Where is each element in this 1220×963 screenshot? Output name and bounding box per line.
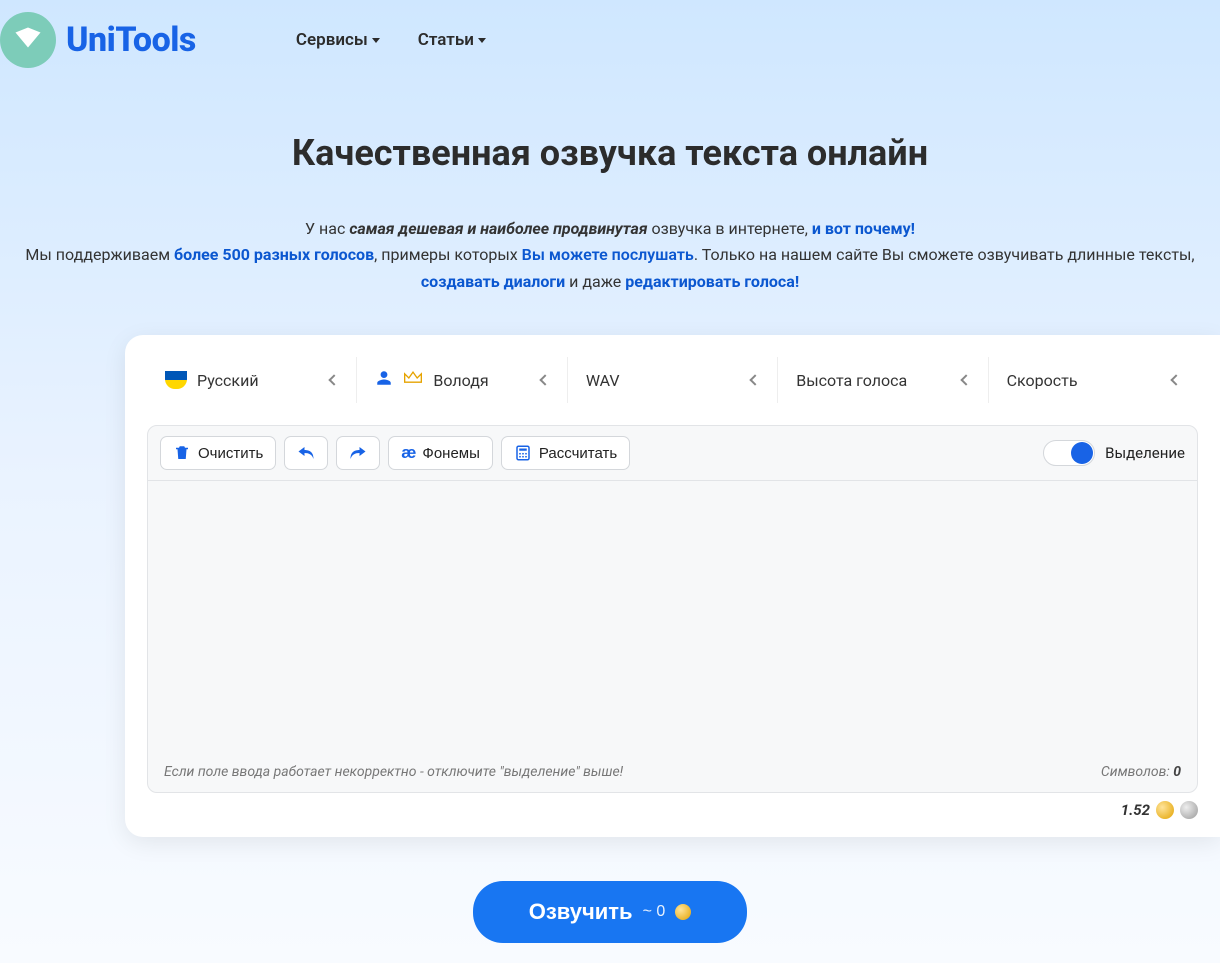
selector-row: Русский Володя WAV Выс (125, 335, 1220, 403)
calculator-icon (514, 444, 532, 462)
format-select[interactable]: WAV (568, 357, 778, 403)
page-title: Качественная озвучка текста онлайн (20, 132, 1200, 174)
phonemes-button[interactable]: æ Фонемы (388, 436, 493, 470)
cta-wrap: Озвучить ~ 0 (0, 881, 1220, 963)
intro-text: У нас самая дешевая и наиболее продвинут… (0, 184, 1220, 295)
calculate-button[interactable]: Рассчитать (501, 436, 630, 470)
tts-panel: Русский Володя WAV Выс (125, 335, 1220, 837)
voice-button-cost: ~ 0 (643, 903, 666, 921)
editor-hint: Если поле ввода работает некорректно - о… (164, 764, 623, 780)
logo-text: UniTools (66, 20, 196, 60)
hero: Качественная озвучка текста онлайн (0, 80, 1220, 184)
price-value: 1.52 (1121, 801, 1150, 819)
pitch-select[interactable]: Высота голоса (778, 357, 988, 403)
language-select[interactable]: Русский (147, 357, 357, 403)
coin-silver-icon (1180, 801, 1198, 819)
calculate-label: Рассчитать (539, 445, 617, 462)
chevron-left-icon (1170, 375, 1181, 386)
person-icon (375, 369, 393, 391)
voice-label: Володя (433, 371, 488, 390)
undo-button[interactable] (284, 436, 328, 470)
undo-icon (297, 444, 315, 462)
redo-button[interactable] (336, 436, 380, 470)
voice-select[interactable]: Володя (357, 357, 567, 403)
coin-gold-icon (1156, 801, 1174, 819)
voice-button[interactable]: Озвучить ~ 0 (473, 881, 748, 943)
redo-icon (349, 444, 367, 462)
flag-icon (165, 371, 187, 389)
highlight-toggle[interactable] (1043, 440, 1095, 466)
editor-toolbar: Очистить æ Фонемы Рассчитать (148, 426, 1197, 480)
language-label: Русский (197, 371, 259, 390)
logo[interactable]: UniTools (0, 12, 196, 68)
format-label: WAV (586, 371, 620, 390)
coin-gold-icon (675, 904, 691, 920)
pitch-label: Высота голоса (796, 371, 907, 390)
editor: Очистить æ Фонемы Рассчитать (147, 425, 1198, 793)
ae-icon: æ (401, 443, 415, 463)
chevron-down-icon (478, 38, 486, 43)
highlight-toggle-label: Выделение (1105, 444, 1185, 462)
voices-count: более 500 разных голосов (174, 245, 374, 264)
dialogs-link[interactable]: создавать диалоги (421, 272, 565, 291)
speed-select[interactable]: Скорость (989, 357, 1198, 403)
chevron-left-icon (329, 375, 340, 386)
char-counter: Символов: 0 (1101, 764, 1181, 780)
chevron-left-icon (750, 375, 761, 386)
nav-articles[interactable]: Статьи (418, 30, 486, 50)
crown-icon (403, 370, 423, 390)
nav-services[interactable]: Сервисы (296, 30, 380, 50)
nav-services-label: Сервисы (296, 30, 368, 50)
chevron-left-icon (960, 375, 971, 386)
highlight-toggle-wrap: Выделение (1043, 440, 1185, 466)
toggle-knob (1071, 442, 1093, 464)
speed-label: Скорость (1007, 371, 1078, 390)
logo-icon (0, 12, 56, 68)
chevron-down-icon (372, 38, 380, 43)
header: UniTools Сервисы Статьи (0, 0, 1220, 80)
phonemes-label: Фонемы (422, 445, 479, 462)
clear-label: Очистить (198, 445, 263, 462)
nav-articles-label: Статьи (418, 30, 474, 50)
chevron-left-icon (539, 375, 550, 386)
clear-button[interactable]: Очистить (160, 436, 276, 470)
edit-voices-link[interactable]: редактировать голоса! (625, 272, 799, 291)
voice-button-label: Озвучить (529, 899, 633, 925)
editor-footer: Если поле ввода работает некорректно - о… (148, 754, 1197, 792)
nav: Сервисы Статьи (296, 30, 486, 50)
price-row: 1.52 (125, 793, 1220, 819)
trash-icon (173, 444, 191, 462)
text-input[interactable] (148, 480, 1197, 750)
why-link[interactable]: и вот почему! (812, 219, 915, 238)
listen-link[interactable]: Вы можете послушать (522, 245, 694, 264)
